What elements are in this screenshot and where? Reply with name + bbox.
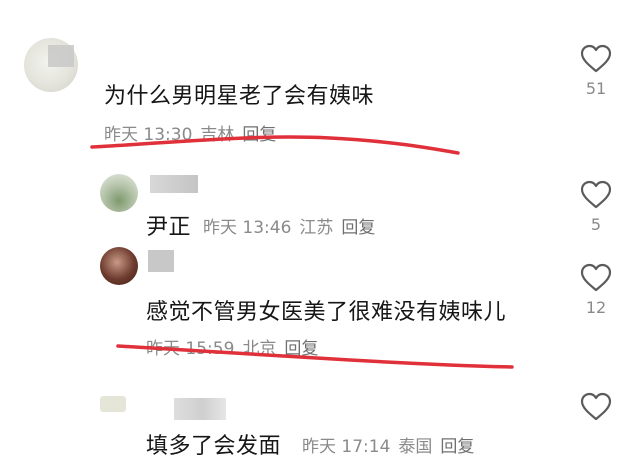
avatar[interactable] <box>100 396 126 412</box>
comment-meta: 昨天 17:14 泰国 回复 <box>302 432 482 457</box>
blurred-username <box>174 398 226 420</box>
like-button[interactable] <box>574 392 618 427</box>
heart-outline-icon <box>580 392 612 421</box>
like-count: 51 <box>585 79 607 98</box>
heart-outline-icon <box>580 180 612 209</box>
reply-button[interactable]: 回复 <box>242 125 276 145</box>
reply-button[interactable]: 回复 <box>341 218 375 238</box>
comment-meta: 昨天 13:46 江苏 回复 <box>203 213 383 238</box>
heart-outline-icon <box>580 44 612 73</box>
comment-time: 昨天 13:30 <box>104 125 193 145</box>
blurred-username <box>48 45 74 67</box>
avatar[interactable] <box>100 247 138 285</box>
comment-location: 吉林 <box>200 125 235 145</box>
like-count: 12 <box>585 298 607 317</box>
comment-location: 北京 <box>242 339 277 359</box>
reply-button[interactable]: 回复 <box>440 437 474 457</box>
like-button[interactable]: 51 <box>574 44 618 98</box>
avatar[interactable] <box>100 174 138 212</box>
like-button[interactable]: 12 <box>574 263 618 317</box>
comment-meta: 昨天 15:59 北京 回复 <box>146 334 326 359</box>
blurred-username <box>150 175 198 193</box>
comment-text: 尹正 <box>146 215 192 240</box>
comment-time: 昨天 15:59 <box>146 339 235 359</box>
reply-button[interactable]: 回复 <box>284 339 318 359</box>
comment-location: 江苏 <box>299 218 334 238</box>
comment-text: 填多了会发面 <box>146 434 282 459</box>
comment-text: 感觉不管男女医美了很难没有姨味儿 <box>146 300 507 325</box>
like-button[interactable]: 5 <box>574 180 618 234</box>
comment-text: 为什么男明星老了会有姨味 <box>104 84 375 109</box>
comment-meta: 昨天 13:30 吉林 回复 <box>104 120 284 145</box>
heart-outline-icon <box>580 263 612 292</box>
comment-time: 昨天 17:14 <box>302 437 391 457</box>
comment-time: 昨天 13:46 <box>203 218 292 238</box>
like-count: 5 <box>590 215 602 234</box>
comment-location: 泰国 <box>398 437 433 457</box>
blurred-username <box>148 250 174 272</box>
